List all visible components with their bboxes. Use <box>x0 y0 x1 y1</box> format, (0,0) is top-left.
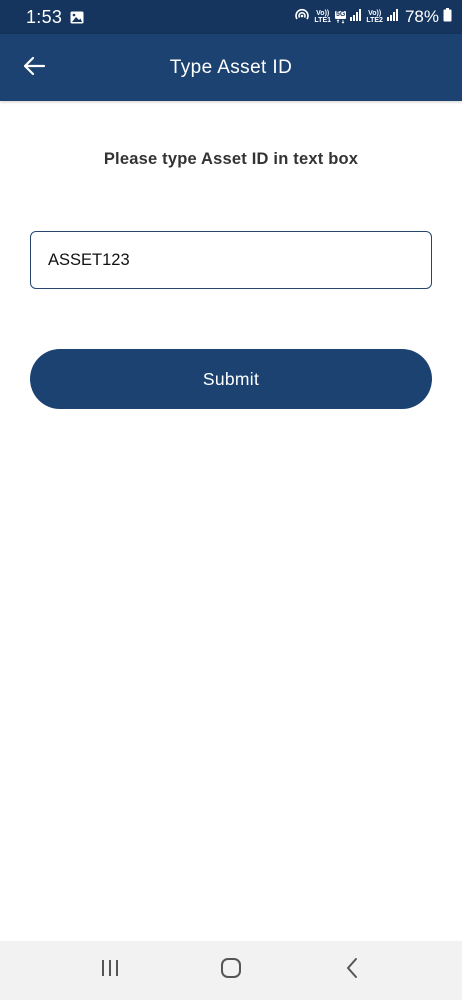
hotspot-icon <box>294 8 310 27</box>
recents-button[interactable] <box>90 951 130 991</box>
signal-icon <box>350 8 362 26</box>
page-title: Type Asset ID <box>169 56 293 78</box>
system-nav-bar <box>0 941 462 1000</box>
home-icon <box>220 957 242 984</box>
network-5g: 5G <box>335 10 347 24</box>
image-icon <box>70 11 84 24</box>
app-bar: Type Asset ID <box>0 34 462 101</box>
status-bar: 1:53 Vo)) LTE1 5G Vo)) LTE2 78% <box>0 0 462 34</box>
nav-back-button[interactable] <box>332 951 372 991</box>
battery-percent: 78% <box>404 7 439 26</box>
home-button[interactable] <box>211 951 251 991</box>
network-label-1: Vo)) LTE1 <box>314 10 332 24</box>
data-arrows-icon <box>336 18 344 24</box>
network-label-2: Vo)) LTE2 <box>366 10 383 24</box>
back-button[interactable] <box>20 54 48 82</box>
signal-icon <box>386 8 399 26</box>
status-time: 1:53 <box>26 6 63 27</box>
badge-5g: 5G <box>335 10 347 19</box>
asset-id-input[interactable] <box>30 231 432 289</box>
arrow-left-icon <box>22 55 46 82</box>
recents-icon <box>100 959 120 982</box>
status-icons: Vo)) LTE1 5G Vo)) LTE2 78% <box>294 7 452 27</box>
chevron-left-icon <box>345 957 359 984</box>
submit-button[interactable]: Submit <box>30 349 432 409</box>
battery-icon <box>443 7 452 27</box>
instruction-text: Please type Asset ID in text box <box>103 150 359 168</box>
